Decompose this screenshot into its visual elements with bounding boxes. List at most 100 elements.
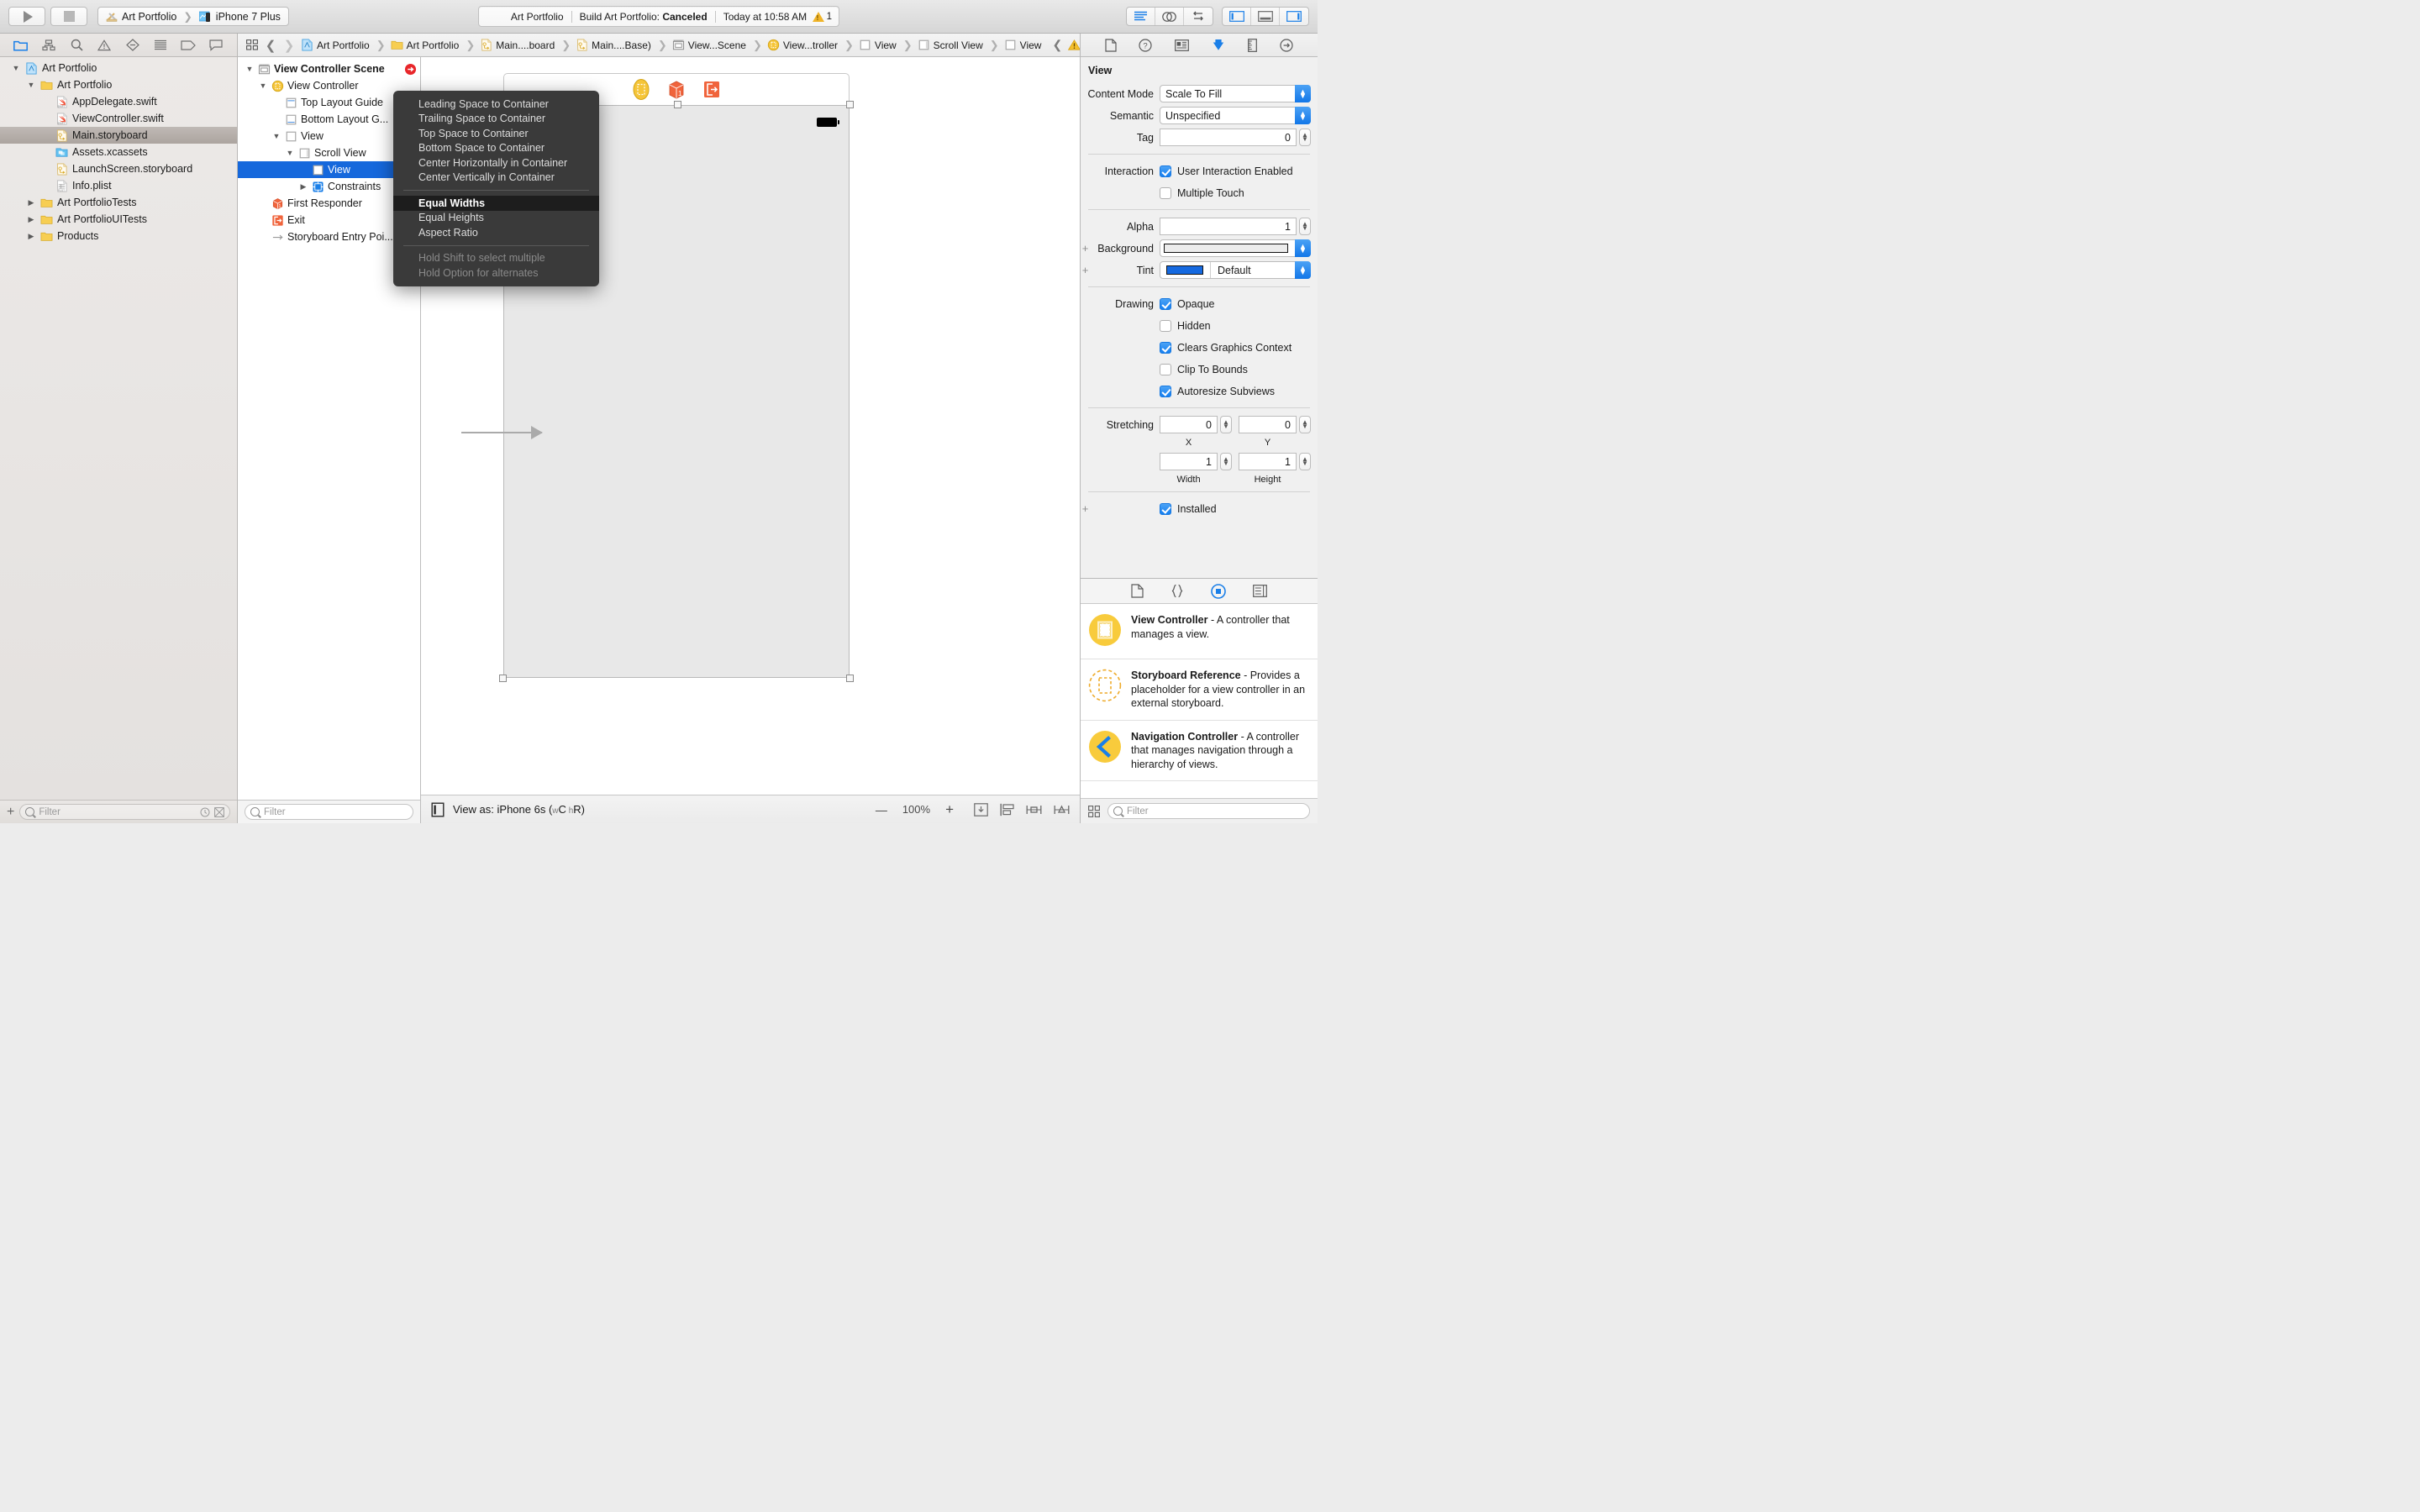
first-responder-icon[interactable]: 1 <box>667 80 686 100</box>
stretching-y-input[interactable]: 0 <box>1239 416 1297 433</box>
activity-status-bar[interactable]: Art Portfolio Build Art Portfolio: Cance… <box>478 6 839 27</box>
run-button[interactable] <box>8 7 45 26</box>
project-file-row[interactable]: SWIFT ViewController.swift <box>0 110 237 127</box>
toggle-utilities-button[interactable] <box>1280 8 1308 25</box>
update-frames-icon[interactable] <box>974 802 988 816</box>
status-warning-badge[interactable]: 1 <box>812 11 832 22</box>
installed-checkbox[interactable] <box>1160 502 1171 515</box>
breadcrumb-item[interactable]: View <box>1002 39 1044 51</box>
stretching-y-stepper[interactable]: ▲ ▼ <box>1299 416 1311 433</box>
recent-clock-icon[interactable] <box>200 807 210 817</box>
project-file-row[interactable]: Art Portfolio <box>0 76 237 93</box>
disclosure-triangle[interactable] <box>11 64 21 72</box>
quick-help-inspector-tab[interactable]: ? <box>1139 38 1153 52</box>
disclosure-triangle[interactable] <box>298 182 308 192</box>
resize-handle-bottom-left[interactable] <box>499 675 507 682</box>
add-file-button[interactable]: + <box>7 805 14 819</box>
breadcrumb-item[interactable]: Art Portfolio ❯ <box>388 39 478 52</box>
disclosure-triangle[interactable] <box>26 232 36 241</box>
connections-inspector-tab[interactable] <box>1280 38 1293 52</box>
warning-triangle-icon[interactable] <box>1068 39 1080 50</box>
assistant-editor-button[interactable] <box>1155 8 1184 25</box>
resize-handle-top-right[interactable] <box>846 101 854 108</box>
outline-filter-input[interactable]: Filter <box>245 804 413 820</box>
symbol-navigator-tab[interactable] <box>39 38 58 53</box>
version-editor-button[interactable] <box>1184 8 1213 25</box>
view-as-label[interactable]: View as: iPhone 6s (wC hR) <box>453 803 585 816</box>
report-navigator-tab[interactable] <box>207 38 225 53</box>
add-installed-variation-button[interactable]: + <box>1081 503 1090 514</box>
menu-item[interactable]: Bottom Space to Container <box>393 141 599 156</box>
project-file-row[interactable]: Products <box>0 228 237 244</box>
add-constraints-icon[interactable] <box>1054 803 1070 816</box>
breadcrumb-item[interactable]: Main....Base) ❯ <box>573 39 670 52</box>
toggle-debug-area-button[interactable] <box>1251 8 1280 25</box>
attributes-inspector-tab[interactable] <box>1211 39 1226 52</box>
project-file-tree[interactable]: Art Portfolio Art Portfolio SWIFT AppDelega… <box>0 57 237 800</box>
outline-row[interactable]: View Controller Scene <box>238 60 420 77</box>
stretching-x-input[interactable]: 0 <box>1160 416 1218 433</box>
object-library-list[interactable]: View Controller - A controller that mana… <box>1081 604 1318 798</box>
library-item[interactable]: Storyboard Reference - Provides a placeh… <box>1081 659 1318 721</box>
file-inspector-tab[interactable] <box>1105 38 1117 52</box>
go-back-button[interactable]: ❮ <box>261 37 280 54</box>
project-file-row[interactable]: Art Portfolio <box>0 60 237 76</box>
view-controller-icon[interactable] <box>633 79 650 100</box>
toggle-navigator-button[interactable] <box>1223 8 1251 25</box>
constraint-context-menu[interactable]: Leading Space to Container Trailing Space… <box>393 91 599 286</box>
scheme-selector[interactable]: Art Portfolio ❯ iPhone 7 Plus <box>97 7 289 26</box>
entry-arrow-icon[interactable] <box>404 63 417 76</box>
project-file-row[interactable]: LaunchScreen.storyboard <box>0 160 237 177</box>
clip-to-bounds-checkbox[interactable] <box>1160 363 1171 375</box>
disclosure-triangle[interactable] <box>285 149 295 157</box>
stretching-width-input[interactable]: 1 <box>1160 453 1218 470</box>
stretching-width-stepper[interactable]: ▲ ▼ <box>1220 453 1232 470</box>
disclosure-triangle[interactable] <box>26 81 36 89</box>
project-file-row[interactable]: Art PortfolioTests <box>0 194 237 211</box>
exit-icon[interactable] <box>703 81 720 98</box>
breadcrumb-item[interactable]: View...Scene ❯ <box>670 39 765 52</box>
menu-item[interactable]: Equal Widths <box>393 196 599 211</box>
disclosure-triangle[interactable] <box>271 132 281 140</box>
standard-editor-button[interactable] <box>1127 8 1155 25</box>
file-template-library-tab[interactable] <box>1131 584 1144 598</box>
library-item[interactable]: View Controller - A controller that mana… <box>1081 604 1318 659</box>
project-file-row[interactable]: Assets.xcassets <box>0 144 237 160</box>
breadcrumb-item[interactable]: View...troller ❯ <box>765 39 856 52</box>
menu-item[interactable]: Aspect Ratio <box>393 225 599 240</box>
breadcrumb-item[interactable]: Scroll View ❯ <box>915 39 1002 52</box>
breadcrumb-item[interactable]: Art Portfolio ❯ <box>298 39 388 52</box>
add-background-variation-button[interactable]: + <box>1081 243 1090 254</box>
library-filter-input[interactable]: Filter <box>1107 803 1310 819</box>
stretching-x-stepper[interactable]: ▲ ▼ <box>1220 416 1232 433</box>
grid-view-toggle-icon[interactable] <box>1088 805 1100 817</box>
library-item[interactable]: Navigation Controller - A controller tha… <box>1081 721 1318 781</box>
opaque-checkbox[interactable] <box>1160 297 1171 310</box>
clears-graphics-context-checkbox[interactable] <box>1160 341 1171 354</box>
disclosure-triangle[interactable] <box>245 65 255 73</box>
breadcrumb-item[interactable]: View ❯ <box>856 39 915 52</box>
stretching-height-stepper[interactable]: ▲ ▼ <box>1299 453 1311 470</box>
multiple-touch-checkbox[interactable] <box>1160 186 1171 199</box>
media-library-tab[interactable] <box>1253 585 1267 597</box>
view-as-device-icon[interactable] <box>431 802 445 817</box>
previous-issue-button[interactable]: ❮ <box>1052 38 1062 52</box>
tag-stepper[interactable]: ▲ ▼ <box>1299 129 1311 146</box>
source-control-filter-icon[interactable] <box>214 806 224 817</box>
menu-item[interactable]: Trailing Space to Container <box>393 112 599 127</box>
content-mode-select[interactable]: Scale To Fill ▲ ▼ <box>1160 85 1311 102</box>
related-items-button[interactable] <box>243 37 261 54</box>
project-navigator-tab[interactable] <box>12 38 30 53</box>
go-forward-button[interactable]: ❯ <box>280 37 298 54</box>
resize-handle-top-center[interactable] <box>674 101 681 108</box>
object-library-tab[interactable] <box>1211 583 1226 599</box>
alpha-stepper[interactable]: ▲ ▼ <box>1299 218 1311 235</box>
hidden-checkbox[interactable] <box>1160 319 1171 332</box>
project-file-row[interactable]: PLIST Info.plist <box>0 177 237 194</box>
align-icon[interactable] <box>1026 803 1042 816</box>
resize-handle-bottom-right[interactable] <box>846 675 854 682</box>
menu-item[interactable]: Center Vertically in Container <box>393 171 599 186</box>
code-snippet-library-tab[interactable] <box>1171 584 1184 598</box>
stop-button[interactable] <box>50 7 87 26</box>
menu-item[interactable]: Leading Space to Container <box>393 97 599 112</box>
